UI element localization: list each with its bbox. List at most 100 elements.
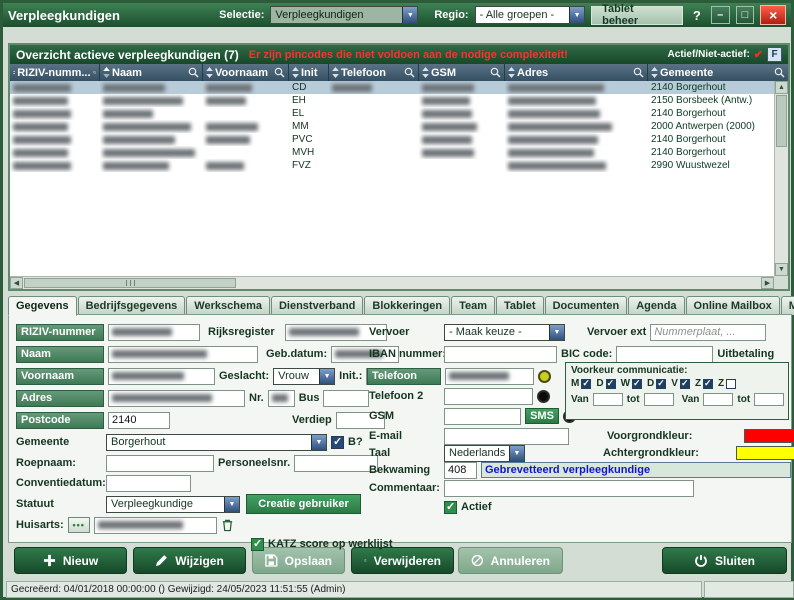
bic-input[interactable] (616, 346, 713, 363)
personeelsnr-input[interactable] (294, 455, 378, 472)
table-row[interactable]: CD 2140 Borgerhout (10, 81, 774, 94)
day-checkbox[interactable] (680, 379, 690, 389)
tab-maand[interactable]: Maand (781, 296, 794, 315)
vervoer-combobox[interactable]: - Maak keuze - ▼ (444, 324, 565, 341)
column-header-naam[interactable]: Naam (100, 64, 203, 81)
nr-input[interactable] (268, 390, 295, 407)
huisarts-lookup-button[interactable]: ••• (68, 517, 90, 533)
column-header-init[interactable]: Init (289, 64, 329, 81)
table-row[interactable]: EL 2140 Borgerhout (10, 107, 774, 120)
van-input[interactable] (593, 393, 623, 406)
creatie-gebruiker-button[interactable]: Creatie gebruiker (246, 494, 361, 514)
bekwaming-code-input[interactable] (444, 462, 477, 479)
table-row[interactable]: MM 2000 Antwerpen (2000) (10, 120, 774, 133)
tab-dienstverband[interactable]: Dienstverband (271, 296, 363, 315)
vervoer-ext-input[interactable] (650, 324, 766, 341)
search-icon[interactable] (774, 67, 785, 78)
scroll-right-button[interactable]: ▶ (761, 277, 774, 289)
table-row[interactable]: MVH 2140 Borgerhout (10, 146, 774, 159)
scroll-left-button[interactable]: ◀ (10, 277, 23, 289)
chevron-down-icon[interactable]: ▼ (224, 497, 239, 512)
voorgrondkleur-swatch[interactable] (744, 429, 794, 443)
huisarts-input[interactable] (94, 517, 217, 534)
search-icon[interactable] (490, 67, 501, 78)
wijzigen-button[interactable]: Wijzigen (133, 547, 246, 574)
scroll-up-button[interactable]: ▲ (775, 81, 788, 94)
voornaam-input[interactable] (108, 368, 215, 385)
maximize-button[interactable]: □ (736, 6, 755, 24)
close-button[interactable]: × (760, 5, 786, 25)
tab-team[interactable]: Team (451, 296, 495, 315)
column-header-voornaam[interactable]: Voornaam (203, 64, 289, 81)
postcode-input[interactable] (108, 412, 170, 429)
scroll-down-button[interactable]: ▼ (775, 263, 788, 276)
iban-input[interactable] (444, 346, 557, 363)
search-icon[interactable] (93, 67, 96, 78)
statuut-combobox[interactable]: Verpleegkundige ▼ (106, 496, 240, 513)
search-icon[interactable] (188, 67, 199, 78)
taal-combobox[interactable]: Nederlands ▼ (444, 445, 525, 462)
day-checkbox[interactable] (726, 379, 736, 389)
filter-button[interactable]: F (767, 47, 782, 62)
nieuw-button[interactable]: Nieuw (14, 547, 127, 574)
b-checkbox[interactable] (331, 436, 344, 449)
van-input[interactable] (703, 393, 733, 406)
naam-input[interactable] (108, 346, 258, 363)
column-header-telefoon[interactable]: Telefoon (329, 64, 419, 81)
day-checkbox[interactable] (703, 379, 713, 389)
tablet-beheer-button[interactable]: Tablet beheer (591, 6, 683, 25)
annuleren-button[interactable]: Annuleren (458, 547, 563, 574)
gsm-input[interactable] (444, 408, 521, 425)
geslacht-combobox[interactable]: Vrouw ▼ (273, 368, 335, 385)
sms-button[interactable]: SMS (525, 408, 559, 424)
horizontal-scrollbar[interactable]: ◀ ▶ (10, 276, 774, 289)
day-checkbox[interactable] (632, 379, 642, 389)
chevron-down-icon[interactable]: ▼ (569, 7, 584, 23)
day-checkbox[interactable] (656, 379, 666, 389)
gemeente-combobox[interactable]: Borgerhout ▼ (106, 434, 327, 451)
search-icon[interactable] (404, 67, 415, 78)
tab-tablet[interactable]: Tablet (496, 296, 544, 315)
column-header-gsm[interactable]: GSM (419, 64, 505, 81)
day-checkbox[interactable] (606, 379, 616, 389)
search-icon[interactable] (274, 67, 285, 78)
tab-bedrijfsgegevens[interactable]: Bedrijfsgegevens (78, 296, 186, 315)
email-input[interactable] (444, 428, 569, 445)
actief-checkbox[interactable] (444, 501, 457, 514)
chevron-down-icon[interactable]: ▼ (549, 325, 564, 340)
riziv-input[interactable] (108, 324, 200, 341)
tab-agenda[interactable]: Agenda (628, 296, 684, 315)
katz-checkbox[interactable] (251, 538, 264, 551)
column-header-riziv[interactable]: RIZIV-numm... (10, 64, 100, 81)
adres-input[interactable] (108, 390, 245, 407)
vertical-scrollbar-thumb[interactable] (776, 95, 787, 147)
chevron-down-icon[interactable]: ▼ (311, 435, 326, 450)
chevron-down-icon[interactable]: ▼ (402, 7, 417, 23)
selectie-combobox[interactable]: Verpleegkundigen ▼ (270, 6, 418, 24)
column-header-adres[interactable]: Adres (505, 64, 648, 81)
tot-input[interactable] (754, 393, 784, 406)
table-row[interactable]: FVZ 2990 Wuustwezel (10, 159, 774, 172)
bekwaming-value[interactable]: Gebrevetteerd verpleegkundige (481, 462, 791, 478)
tab-werkschema[interactable]: Werkschema (186, 296, 270, 315)
table-row[interactable]: PVC 2140 Borgerhout (10, 133, 774, 146)
tab-blokkeringen[interactable]: Blokkeringen (364, 296, 450, 315)
tab-online-mailbox[interactable]: Online Mailbox (686, 296, 780, 315)
horizontal-scrollbar-thumb[interactable] (24, 278, 236, 288)
day-checkbox[interactable] (581, 379, 591, 389)
roepnaam-input[interactable] (106, 455, 214, 472)
column-header-gemeente[interactable]: Gemeente (648, 64, 788, 81)
tab-documenten[interactable]: Documenten (545, 296, 628, 315)
table-row[interactable]: EH 2150 Borsbeek (Antw.) (10, 94, 774, 107)
conventiedatum-input[interactable] (106, 475, 191, 492)
help-button[interactable]: ? (689, 8, 705, 23)
chevron-down-icon[interactable]: ▼ (509, 446, 524, 461)
chevron-down-icon[interactable]: ▼ (319, 369, 334, 384)
commentaar-input[interactable] (444, 480, 694, 497)
sluiten-button[interactable]: Sluiten (662, 547, 787, 574)
telefoon2-input[interactable] (444, 388, 533, 405)
search-icon[interactable] (633, 67, 644, 78)
minimize-button[interactable]: – (711, 6, 730, 24)
regio-combobox[interactable]: - Alle groepen - ▼ (475, 6, 585, 24)
bus-input[interactable] (323, 390, 369, 407)
